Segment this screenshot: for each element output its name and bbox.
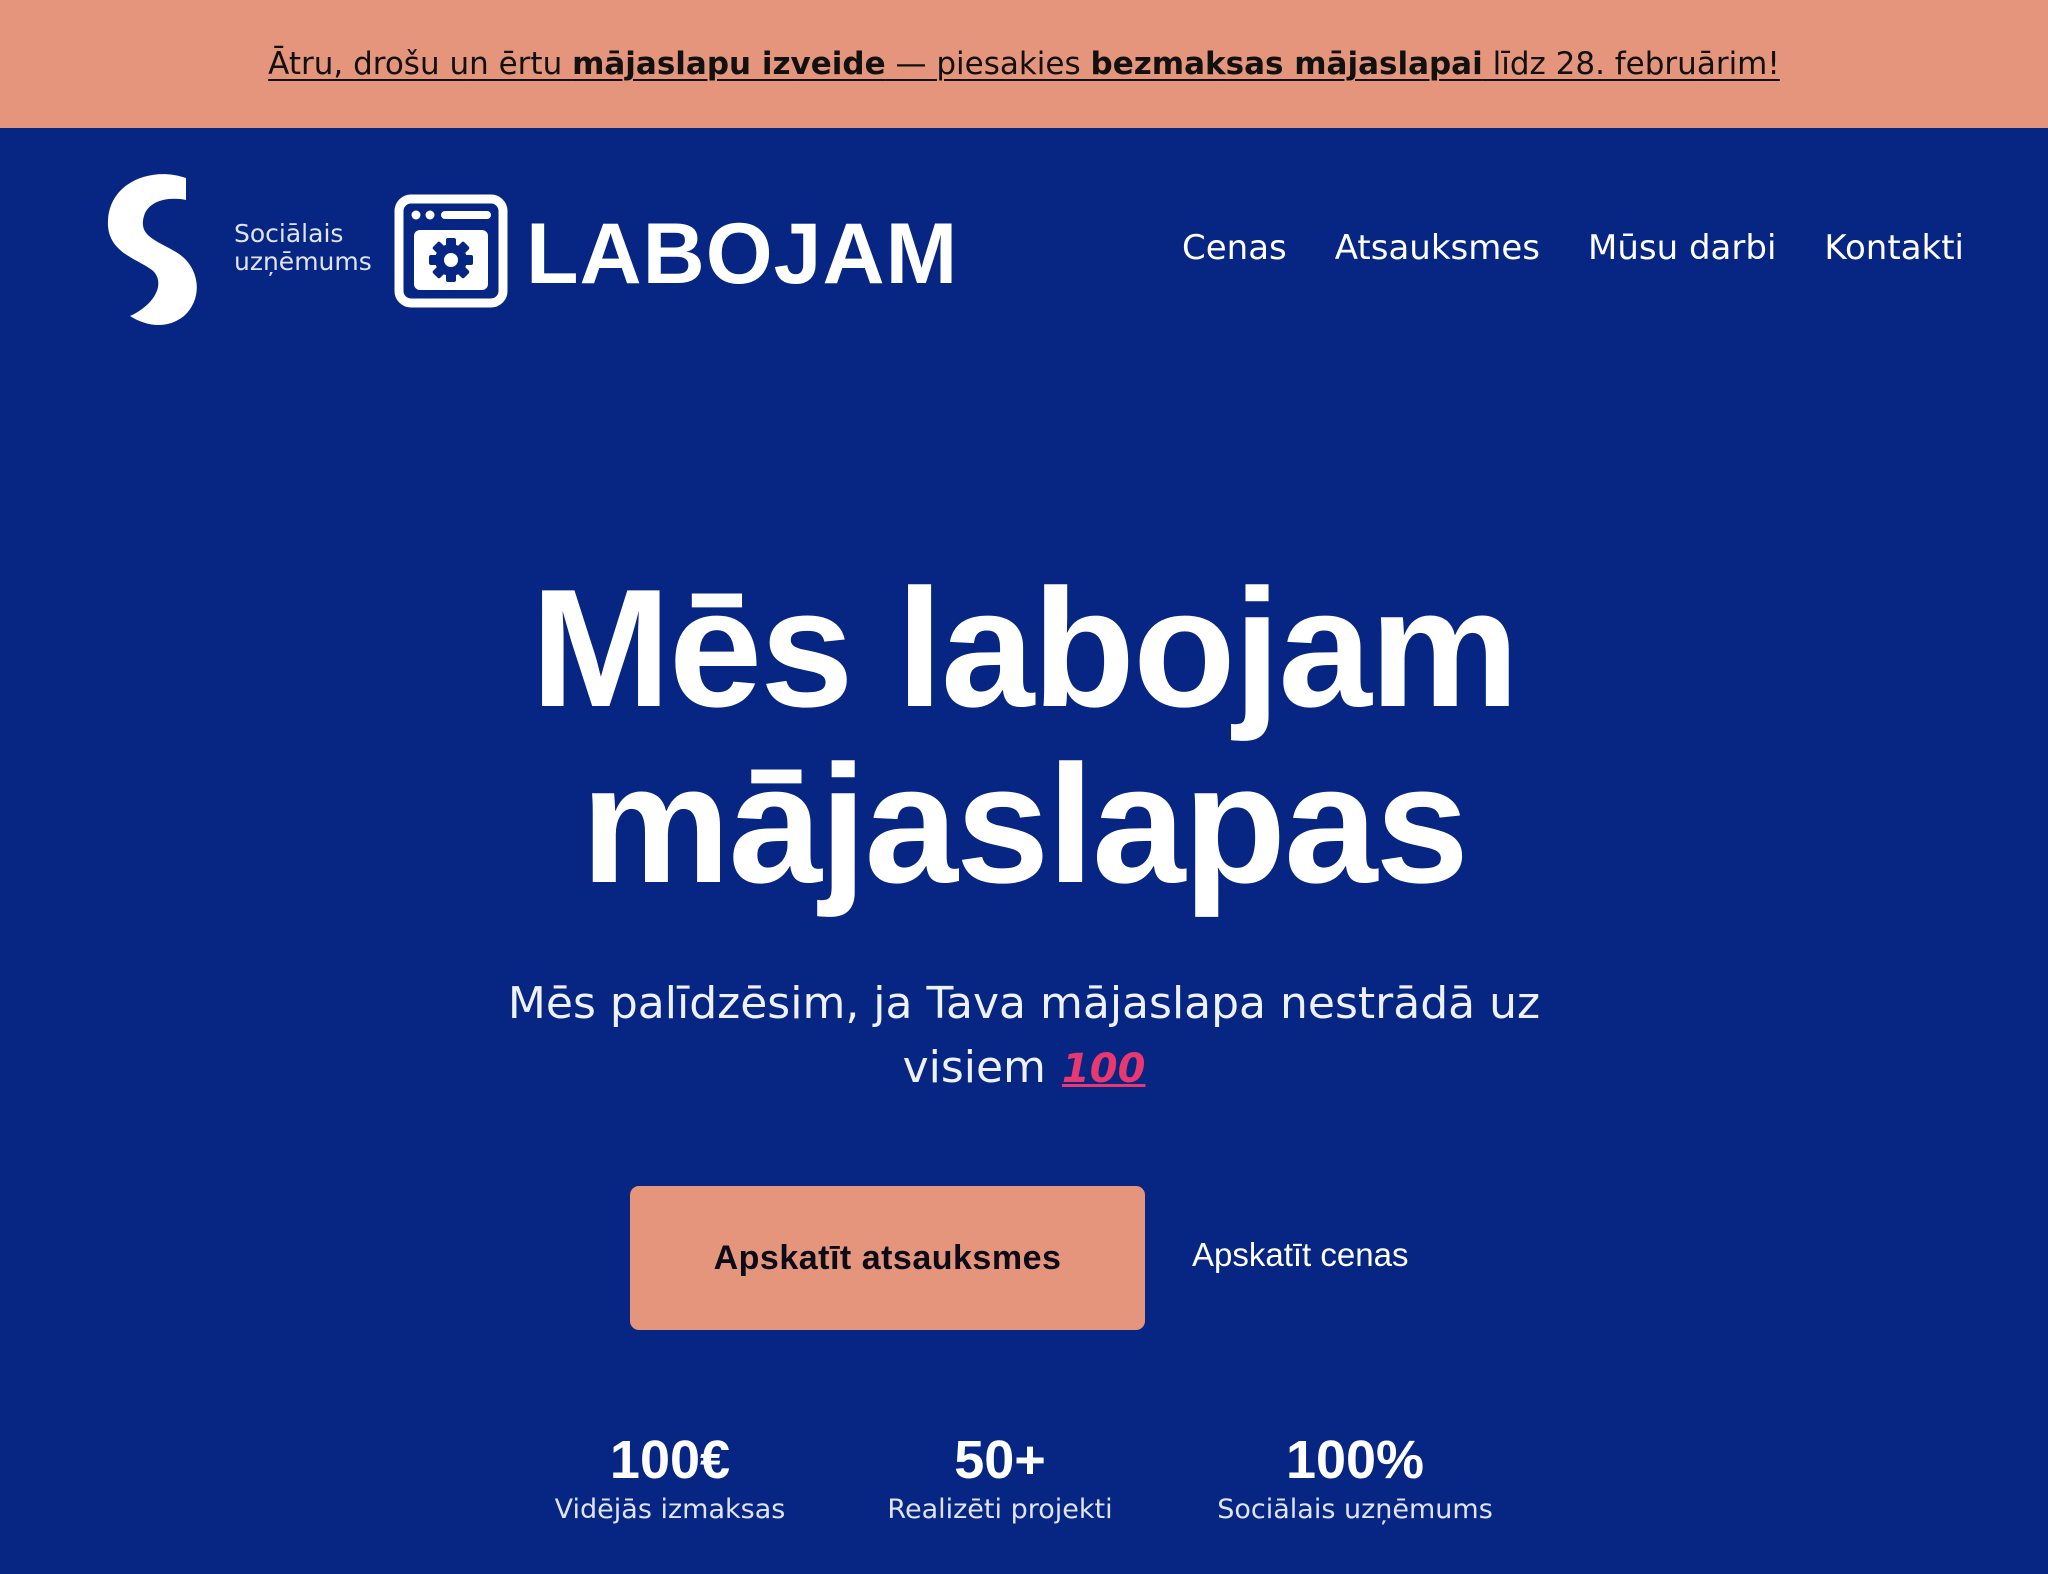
hero-subtitle-line1: Mēs palīdzēsim, ja Tava mājaslapa nestrā… (507, 978, 1541, 1029)
nav-item-cenas[interactable]: Cenas (1182, 228, 1287, 268)
announcement-text-3: līdz 28. februārim! (1482, 46, 1780, 82)
social-enterprise-line1: Sociālais (234, 219, 344, 248)
hero-subtitle-line2-wrap: visiem 100 (474, 1036, 1574, 1101)
stat-value: 50+ (954, 1430, 1046, 1490)
announcement-bold-2: bezmaksas mājaslapai (1090, 46, 1483, 82)
stat-label: Sociālais uzņēmums (1217, 1494, 1493, 1525)
view-prices-link[interactable]: Apskatīt cenas (1192, 1236, 1408, 1274)
social-enterprise-logo-icon (107, 174, 197, 326)
announcement-text-2: — piesakies (885, 46, 1091, 82)
stat-social-enterprise: 100% Sociālais uzņēmums (1200, 1428, 1510, 1528)
announcement-text-1: Ātru, drošu un ērtu (268, 46, 573, 82)
announcement-link[interactable]: Ātru, drošu un ērtu mājaslapu izveide — … (268, 46, 1780, 82)
hero-subtitle-line2: visiem (902, 1042, 1046, 1093)
view-reviews-button[interactable]: Apskatīt atsauksmes (630, 1186, 1145, 1330)
nav-item-kontakti[interactable]: Kontakti (1824, 228, 1964, 268)
nav-item-atsauksmes[interactable]: Atsauksmes (1335, 228, 1540, 268)
social-enterprise-line2: uzņēmums (234, 247, 372, 276)
stat-projects: 50+ Realizēti projekti (870, 1428, 1130, 1528)
announcement-bold-1: mājaslapu izveide (572, 46, 886, 82)
hero-subtitle: Mēs palīdzēsim, ja Tava mājaslapa nestrā… (474, 972, 1574, 1101)
hero-title-line2: mājaslapas (581, 730, 1469, 918)
stat-label: Vidējās izmaksas (554, 1494, 786, 1525)
announcement-bar: Ātru, drošu un ērtu mājaslapu izveide — … (0, 0, 2048, 128)
hero-title-line1: Mēs labojam (530, 554, 1519, 742)
site-header: Sociālais uzņēmums LABOJAM Cenas Atsauks… (0, 128, 2048, 378)
social-enterprise-label: Sociālais uzņēmums (234, 220, 372, 276)
hero-title: Mēs labojam mājaslapas (0, 560, 2048, 912)
brand-name[interactable]: LABOJAM (526, 204, 958, 304)
main-nav: Cenas Atsauksmes Mūsu darbi Kontakti (1182, 228, 1964, 268)
stat-value: 100% (1285, 1430, 1425, 1490)
stat-label: Realizēti projekti (887, 1494, 1113, 1525)
browser-gear-icon[interactable] (394, 194, 508, 308)
nav-item-musu-darbi[interactable]: Mūsu darbi (1588, 228, 1776, 268)
hundred-points-icon: 100 (1061, 1046, 1146, 1092)
stat-value: 100€ (609, 1430, 731, 1490)
stat-average-cost: 100€ Vidējās izmaksas (540, 1428, 800, 1528)
